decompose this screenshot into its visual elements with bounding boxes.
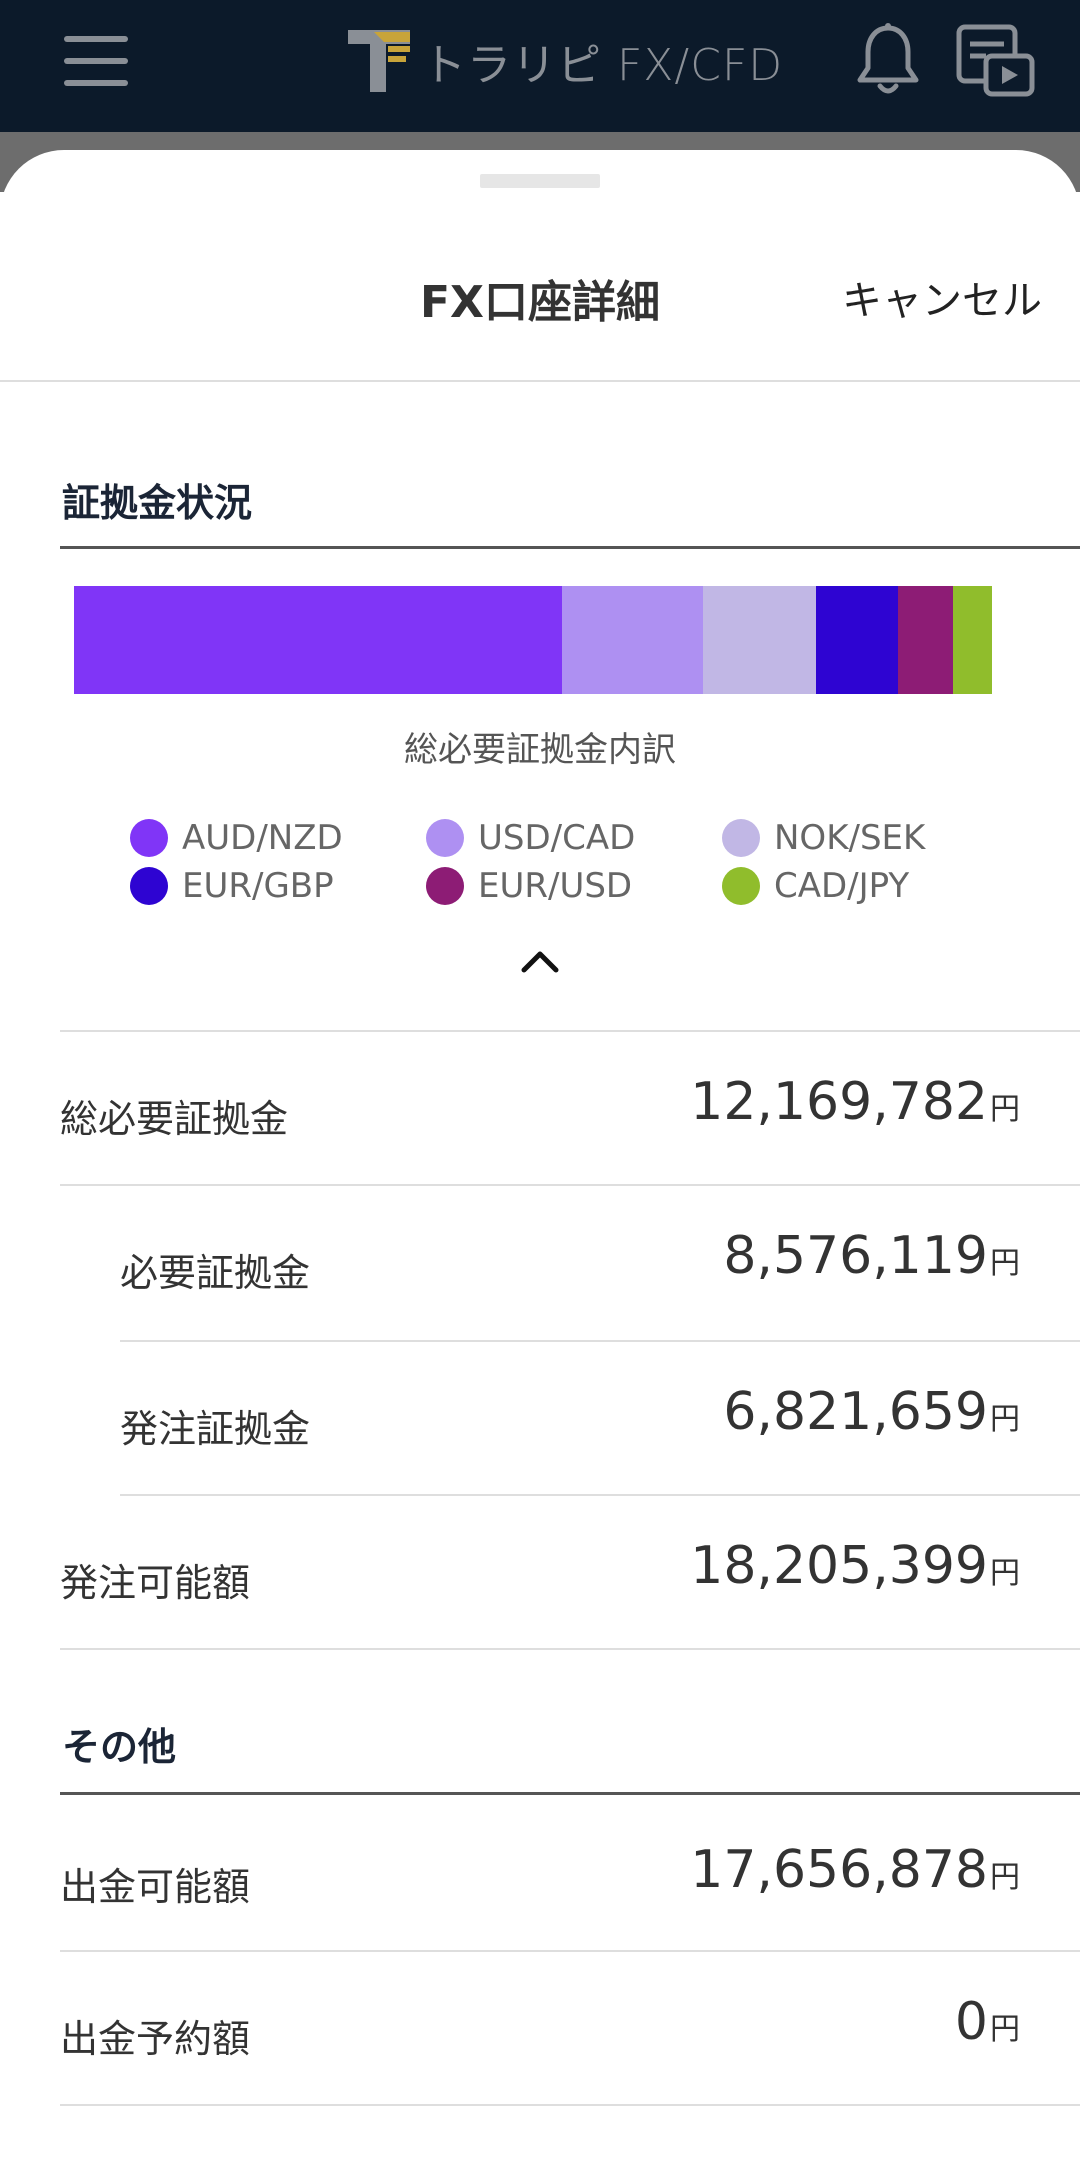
chevron-up-icon[interactable]	[520, 946, 560, 974]
row-label: 総必要証拠金	[60, 1097, 289, 1141]
row-divider	[60, 1648, 1080, 1650]
legend-item: CAD/JPY	[722, 866, 909, 906]
row-value: 12,169,782円	[690, 1072, 1020, 1132]
legend-label: NOK/SEK	[774, 818, 926, 858]
row-label: 出金予約額	[60, 2017, 251, 2061]
bar-segment-eur-usd	[898, 586, 953, 694]
legend-swatch	[722, 867, 760, 905]
total-required-margin-row: 総必要証拠金 12,169,782円	[60, 1032, 1080, 1186]
legend-label: EUR/GBP	[182, 866, 334, 906]
legend-swatch	[130, 867, 168, 905]
row-label: 必要証拠金	[120, 1251, 311, 1295]
row-value: 6,821,659円	[723, 1382, 1020, 1442]
section-divider	[60, 1792, 1080, 1795]
margin-status-title: 証拠金状況	[62, 481, 253, 525]
header-divider	[0, 380, 1080, 382]
legend-label: AUD/NZD	[182, 818, 343, 858]
section-divider	[60, 546, 1080, 549]
logo-mark-icon	[348, 30, 410, 92]
app-header: トラリピ FX/CFD	[0, 0, 1080, 132]
order-margin-row: 発注証拠金 6,821,659円	[60, 1342, 1080, 1496]
legend-swatch	[722, 819, 760, 857]
app-logo: トラリピ FX/CFD	[346, 26, 783, 96]
row-label: 発注可能額	[60, 1561, 251, 1605]
legend-item: EUR/GBP	[130, 866, 334, 906]
bell-icon[interactable]	[856, 22, 920, 100]
legend-swatch	[426, 819, 464, 857]
legend-item: AUD/NZD	[130, 818, 343, 858]
sheet-grabber[interactable]	[480, 174, 600, 188]
row-label: 出金可能額	[60, 1865, 251, 1909]
row-value: 18,205,399円	[690, 1536, 1020, 1596]
hamburger-menu-icon[interactable]	[64, 36, 128, 86]
other-section-title: その他	[62, 1725, 177, 1769]
bar-segment-eur-gbp	[815, 586, 899, 694]
legend-swatch	[426, 867, 464, 905]
chart-caption: 総必要証拠金内訳	[404, 730, 676, 770]
row-value: 0円	[954, 1992, 1020, 2052]
required-margin-row: 必要証拠金 8,576,119円	[60, 1186, 1080, 1340]
bar-segment-nok-sek	[702, 586, 816, 694]
legend-swatch	[130, 819, 168, 857]
row-value: 8,576,119円	[723, 1226, 1020, 1286]
legend-item: EUR/USD	[426, 866, 632, 906]
withdrawable-amount-row: 出金可能額 17,656,878円	[60, 1800, 1080, 1954]
bar-segment-cad-jpy	[952, 586, 992, 694]
legend-item: NOK/SEK	[722, 818, 925, 858]
row-value: 17,656,878円	[690, 1840, 1020, 1900]
margin-breakdown-chart	[74, 586, 992, 694]
video-icon[interactable]	[956, 24, 1036, 98]
reserved-withdrawal-row: 出金予約額 0円	[60, 1952, 1080, 2106]
row-label: 発注証拠金	[120, 1407, 311, 1451]
app-logo-text: トラリピ FX/CFD	[422, 40, 784, 91]
row-divider	[60, 2104, 1080, 2106]
legend-label: CAD/JPY	[774, 866, 910, 906]
cancel-button[interactable]: キャンセル	[842, 268, 1042, 326]
orderable-amount-row: 発注可能額 18,205,399円	[60, 1496, 1080, 1650]
legend-label: USD/CAD	[478, 818, 636, 858]
legend-label: EUR/USD	[478, 866, 633, 906]
bar-segment-aud-nzd	[74, 586, 563, 694]
bar-segment-usd-cad	[562, 586, 703, 694]
legend-item: USD/CAD	[426, 818, 635, 858]
